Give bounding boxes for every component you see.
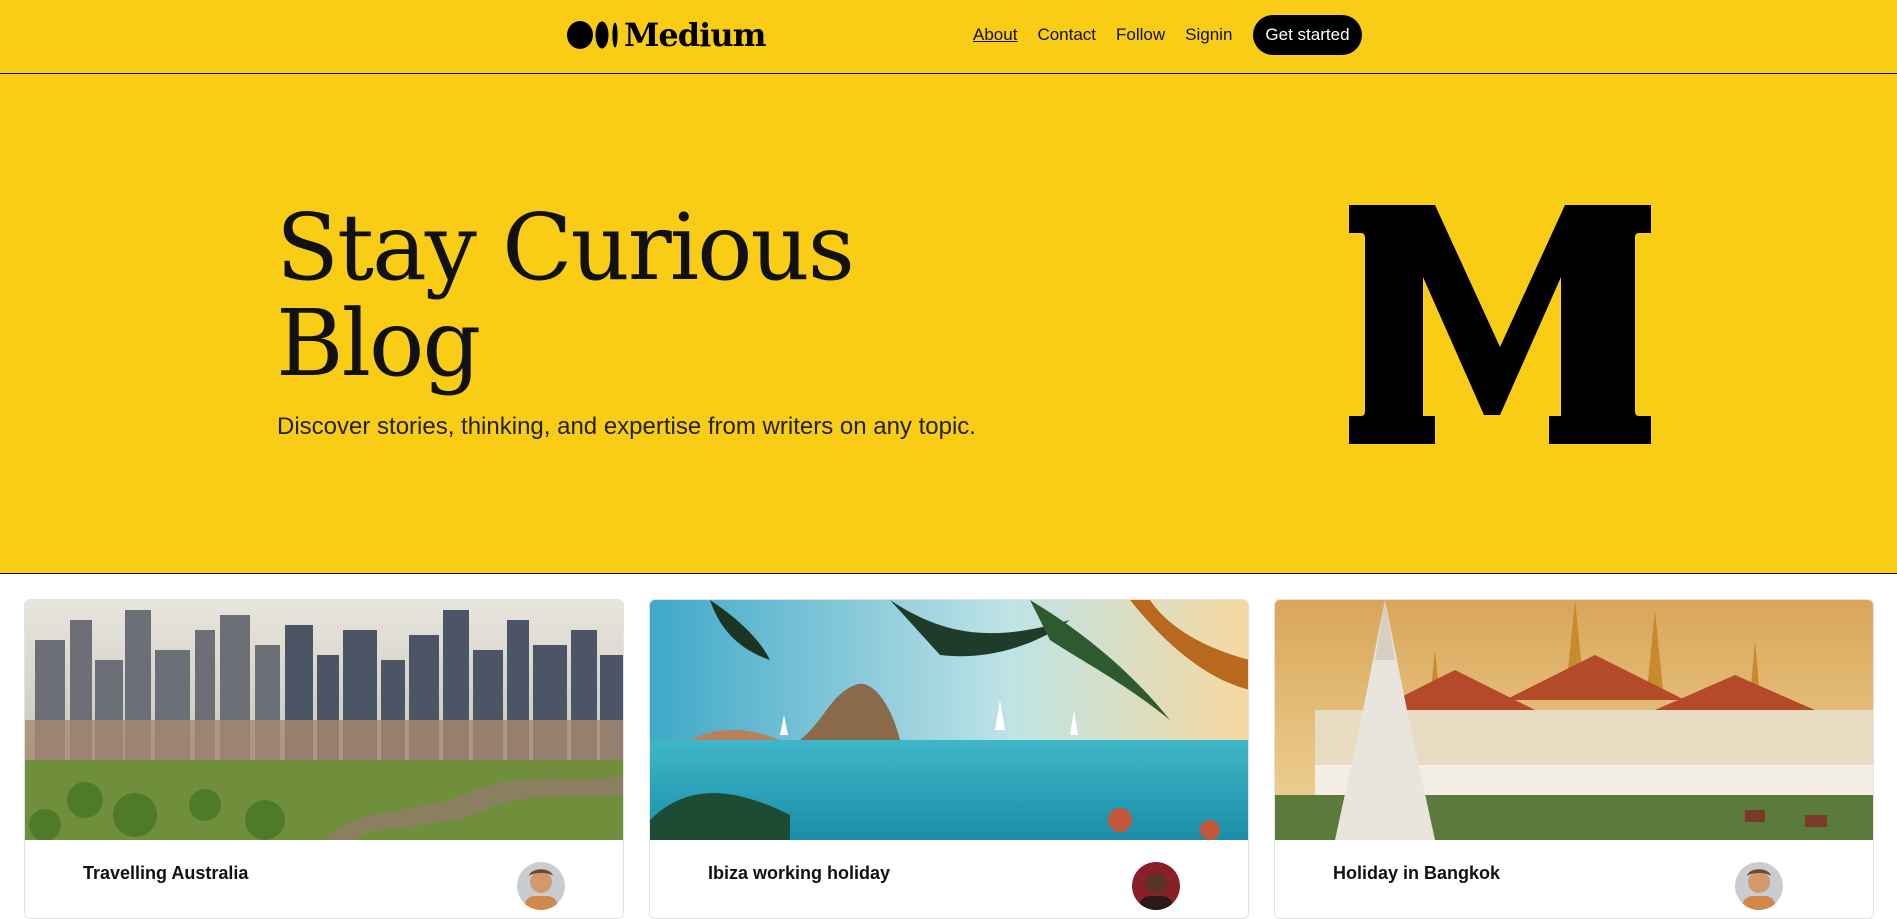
nav-about-link[interactable]: About xyxy=(973,15,1017,55)
get-started-button[interactable]: Get started xyxy=(1253,15,1362,55)
hero-subtitle: Discover stories, thinking, and expertis… xyxy=(277,413,976,440)
author-avatar[interactable] xyxy=(517,862,565,910)
nav-signin-link[interactable]: Signin xyxy=(1185,15,1232,55)
nav-contact-link[interactable]: Contact xyxy=(1037,15,1096,55)
hero-section: Stay Curious Blog Discover stories, thin… xyxy=(0,74,1897,574)
nav-follow-link[interactable]: Follow xyxy=(1116,15,1165,55)
story-card[interactable]: Holiday in Bangkok xyxy=(1274,599,1874,919)
city-skyline-photo xyxy=(25,600,623,840)
story-card[interactable]: Ibiza working holiday xyxy=(649,599,1249,919)
top-navbar: Medium About Contact Follow Signin Get s… xyxy=(0,0,1897,74)
author-avatar[interactable] xyxy=(1132,862,1180,910)
story-cards: Travelling Australia Ibiza working holid… xyxy=(24,599,1874,919)
brand-logo[interactable]: Medium xyxy=(566,16,766,54)
hero-title: Stay Curious Blog xyxy=(276,200,976,392)
hero-title-line-1: Stay Curious xyxy=(276,194,855,301)
hero-title-line-2: Blog xyxy=(276,290,481,397)
story-card-title[interactable]: Ibiza working holiday xyxy=(708,863,890,884)
main-nav: About Contact Follow Signin Get started xyxy=(973,15,1362,55)
story-card[interactable]: Travelling Australia xyxy=(24,599,624,919)
story-card-title[interactable]: Travelling Australia xyxy=(83,863,248,884)
beach-palms-photo xyxy=(650,600,1248,840)
author-avatar[interactable] xyxy=(1735,862,1783,910)
brand-name: Medium xyxy=(624,16,766,54)
story-card-title[interactable]: Holiday in Bangkok xyxy=(1333,863,1500,884)
medium-logo-icon xyxy=(567,21,618,49)
temple-photo xyxy=(1275,600,1873,840)
medium-m-icon xyxy=(1349,205,1651,444)
